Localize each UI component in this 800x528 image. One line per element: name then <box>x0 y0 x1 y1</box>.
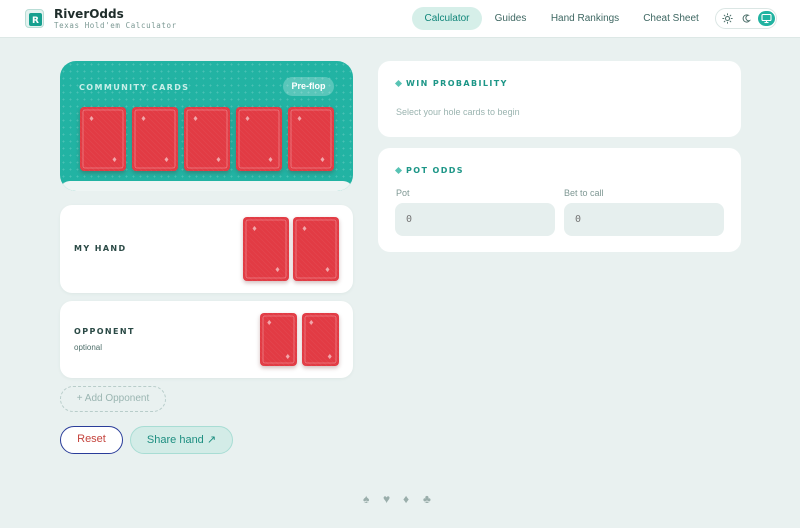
monitor-icon <box>761 13 772 24</box>
pot-odds-panel: POT ODDS Pot Bet to call <box>378 148 741 252</box>
card-back-icon <box>243 217 289 281</box>
spade-icon: ♠ <box>363 492 370 506</box>
card-back-icon <box>293 217 339 281</box>
nav-cheat-sheet[interactable]: Cheat Sheet <box>638 7 704 30</box>
card-back-icon <box>260 313 297 366</box>
app-header: R RiverOdds Texas Hold'em Calculator Cal… <box>0 0 800 38</box>
diamond-bullet-icon <box>394 79 403 88</box>
logo-r-icon: R <box>29 13 42 26</box>
card-back-icon <box>236 107 282 171</box>
bet-to-call-input[interactable] <box>564 203 724 236</box>
community-card-slot-5[interactable] <box>288 107 334 171</box>
my-hand-label: MY HAND <box>74 244 127 253</box>
nav-calculator[interactable]: Calculator <box>412 7 482 30</box>
community-cards-panel: COMMUNITY CARDS Pre-flop <box>60 61 353 191</box>
nav-hand-rankings[interactable]: Hand Rankings <box>546 7 624 30</box>
nav-guides[interactable]: Guides <box>490 7 531 30</box>
card-back-icon <box>184 107 230 171</box>
card-back-icon <box>288 107 334 171</box>
community-card-slot-4[interactable] <box>236 107 282 171</box>
card-back-icon <box>132 107 178 171</box>
community-card-slot-1[interactable] <box>80 107 126 171</box>
sun-icon <box>722 13 733 24</box>
app-logo[interactable]: R <box>25 9 44 28</box>
svg-text:R: R <box>32 16 39 26</box>
theme-system-button[interactable] <box>758 11 775 26</box>
win-probability-message: Select your hole cards to begin <box>396 107 520 117</box>
reset-button[interactable]: Reset <box>60 426 123 454</box>
pot-field-label: Pot <box>396 188 410 198</box>
theme-dark-button[interactable] <box>738 11 755 26</box>
theme-light-button[interactable] <box>719 11 736 26</box>
app-name: RiverOdds <box>54 7 124 21</box>
card-back-icon <box>302 313 339 366</box>
opponent-label: OPPONENT <box>74 327 135 336</box>
card-back-icon <box>80 107 126 171</box>
opponent-card-slot-2[interactable] <box>302 313 339 366</box>
theme-toggle <box>715 8 777 29</box>
share-hand-button[interactable]: Share hand ↗ <box>130 426 233 454</box>
opponent-optional-note: optional <box>74 343 103 352</box>
community-card-slot-3[interactable] <box>184 107 230 171</box>
stage-badge: Pre-flop <box>283 77 334 96</box>
community-cards-label: COMMUNITY CARDS <box>79 83 190 92</box>
opponent-panel: OPPONENT optional <box>60 301 353 378</box>
win-probability-panel: WIN PROBABILITY Select your hole cards t… <box>378 61 741 137</box>
diamond-bullet-icon <box>394 166 403 175</box>
community-card-slot-2[interactable] <box>132 107 178 171</box>
pot-odds-label: POT ODDS <box>406 166 464 175</box>
my-hand-card-slot-2[interactable] <box>293 217 339 281</box>
win-probability-label: WIN PROBABILITY <box>406 79 508 88</box>
pot-input[interactable] <box>395 203 555 236</box>
bet-to-call-field-label: Bet to call <box>564 188 604 198</box>
app-subtitle: Texas Hold'em Calculator <box>54 21 177 30</box>
heart-icon: ♥ <box>383 492 391 506</box>
add-opponent-button[interactable]: + Add Opponent <box>60 386 166 412</box>
diamond-icon: ♦ <box>403 492 410 506</box>
opponent-card-slot-1[interactable] <box>260 313 297 366</box>
club-icon: ♣ <box>423 492 431 506</box>
my-hand-panel: MY HAND <box>60 205 353 293</box>
my-hand-card-slot-1[interactable] <box>243 217 289 281</box>
moon-icon <box>742 14 751 23</box>
footer-suits: ♠ ♥ ♦ ♣ <box>360 492 440 508</box>
